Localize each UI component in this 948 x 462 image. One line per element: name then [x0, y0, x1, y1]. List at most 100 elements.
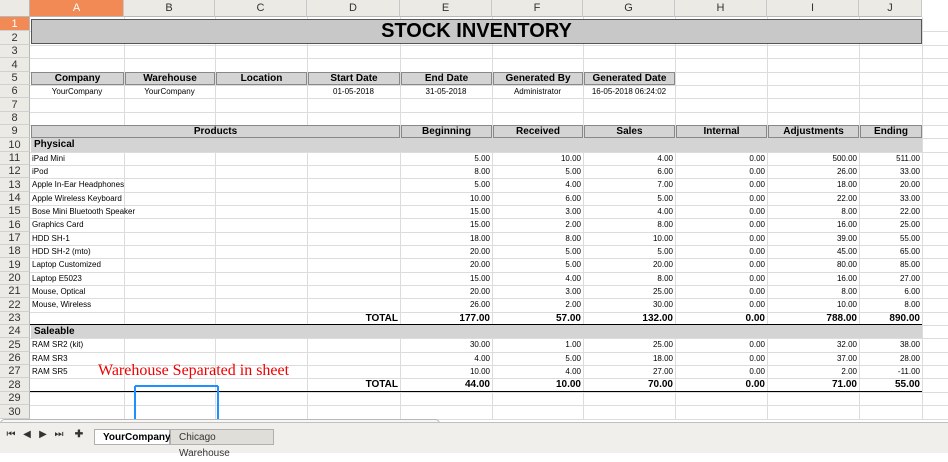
value-sales[interactable]: 8.00 [583, 272, 675, 285]
row-header-9[interactable]: 9 [0, 125, 30, 138]
product-name[interactable]: Apple In-Ear Headphones [30, 178, 400, 192]
first-sheet-icon[interactable]: ⏮ [4, 429, 18, 440]
value-beginning[interactable]: 20.00 [400, 245, 492, 258]
total-received[interactable]: 10.00 [492, 378, 583, 392]
column-header-i[interactable]: I [767, 0, 859, 17]
value-internal[interactable]: 0.00 [675, 352, 767, 365]
value-ending[interactable]: 20.00 [859, 178, 922, 192]
product-name[interactable]: Mouse, Wireless [30, 298, 400, 312]
value-received[interactable]: 1.00 [492, 338, 583, 352]
value-beginning[interactable]: 10.00 [400, 365, 492, 378]
value-sales[interactable]: 4.00 [583, 152, 675, 165]
value-beginning[interactable]: 15.00 [400, 218, 492, 232]
value-beginning[interactable]: 18.00 [400, 232, 492, 245]
value-received[interactable]: 3.00 [492, 285, 583, 298]
sheet-title[interactable]: STOCK INVENTORY [31, 19, 922, 44]
row-header-21[interactable]: 21 [0, 285, 30, 298]
row-header-10[interactable]: 10 [0, 138, 30, 152]
value-sales[interactable]: 10.00 [583, 232, 675, 245]
product-name[interactable]: iPod [30, 165, 400, 178]
product-name[interactable]: Apple Wireless Keyboard [30, 192, 400, 205]
value-internal[interactable]: 0.00 [675, 258, 767, 272]
value-sales[interactable]: 27.00 [583, 365, 675, 378]
value-internal[interactable]: 0.00 [675, 245, 767, 258]
row-header-23[interactable]: 23 [0, 312, 30, 325]
value-internal[interactable]: 0.00 [675, 272, 767, 285]
value-sales[interactable]: 25.00 [583, 285, 675, 298]
value-beginning[interactable]: 4.00 [400, 352, 492, 365]
value-received[interactable]: 2.00 [492, 298, 583, 312]
value-sales[interactable]: 5.00 [583, 192, 675, 205]
row-header-19[interactable]: 19 [0, 258, 30, 272]
value-sales[interactable]: 5.00 [583, 245, 675, 258]
row-header-3[interactable]: 3 [0, 45, 30, 58]
value-ending[interactable]: 27.00 [859, 272, 922, 285]
value-sales[interactable]: 4.00 [583, 205, 675, 218]
value-beginning[interactable]: 15.00 [400, 205, 492, 218]
meta-value-company[interactable]: YourCompany [30, 85, 124, 98]
value-internal[interactable]: 0.00 [675, 218, 767, 232]
value-ending[interactable]: 85.00 [859, 258, 922, 272]
value-beginning[interactable]: 26.00 [400, 298, 492, 312]
value-adjustments[interactable]: 16.00 [767, 218, 859, 232]
spreadsheet-grid[interactable]: A B C D E F G H I J 1 2 3 4 5 6 7 8 9 10 11 12 13 14 15 16 17 18 19 2… [0, 0, 948, 422]
meta-value-location[interactable] [215, 85, 307, 98]
value-sales[interactable]: 7.00 [583, 178, 675, 192]
value-received[interactable]: 6.00 [492, 192, 583, 205]
column-header-d[interactable]: D [307, 0, 400, 17]
column-header-c[interactable]: C [215, 0, 307, 17]
value-adjustments[interactable]: 16.00 [767, 272, 859, 285]
value-adjustments[interactable]: 22.00 [767, 192, 859, 205]
value-internal[interactable]: 0.00 [675, 152, 767, 165]
row-header-20[interactable]: 20 [0, 272, 30, 285]
value-sales[interactable]: 25.00 [583, 338, 675, 352]
column-header-h[interactable]: H [675, 0, 767, 17]
product-name[interactable]: Laptop E5023 [30, 272, 400, 285]
product-name[interactable]: HDD SH-2 (mto) [30, 245, 400, 258]
product-name[interactable]: Laptop Customized [30, 258, 400, 272]
row-header-24[interactable]: 24 [0, 325, 30, 338]
value-internal[interactable]: 0.00 [675, 205, 767, 218]
meta-value-generated-date[interactable]: 16-05-2018 06:24:02 [583, 85, 675, 98]
value-ending[interactable]: 22.00 [859, 205, 922, 218]
total-ending[interactable]: 55.00 [859, 378, 922, 392]
value-ending[interactable]: 8.00 [859, 298, 922, 312]
value-received[interactable]: 3.00 [492, 205, 583, 218]
total-beginning[interactable]: 44.00 [400, 378, 492, 392]
meta-value-warehouse[interactable]: YourCompany [124, 85, 215, 98]
value-received[interactable]: 4.00 [492, 365, 583, 378]
row-header-27[interactable]: 27 [0, 365, 30, 378]
value-sales[interactable]: 30.00 [583, 298, 675, 312]
value-ending[interactable]: 511.00 [859, 152, 922, 165]
row-header-30[interactable]: 30 [0, 405, 30, 419]
value-adjustments[interactable]: 39.00 [767, 232, 859, 245]
row-header-8[interactable]: 8 [0, 112, 30, 125]
total-sales[interactable]: 70.00 [583, 378, 675, 392]
row-header-28[interactable]: 28 [0, 378, 30, 392]
value-internal[interactable]: 0.00 [675, 365, 767, 378]
value-sales[interactable]: 8.00 [583, 218, 675, 232]
value-ending[interactable]: 33.00 [859, 165, 922, 178]
value-sales[interactable]: 20.00 [583, 258, 675, 272]
value-ending[interactable]: 6.00 [859, 285, 922, 298]
value-adjustments[interactable]: 37.00 [767, 352, 859, 365]
value-adjustments[interactable]: 8.00 [767, 205, 859, 218]
value-adjustments[interactable]: 18.00 [767, 178, 859, 192]
value-ending[interactable]: 55.00 [859, 232, 922, 245]
value-adjustments[interactable]: 10.00 [767, 298, 859, 312]
product-name[interactable]: iPad Mini [30, 152, 400, 165]
value-beginning[interactable]: 10.00 [400, 192, 492, 205]
value-received[interactable]: 4.00 [492, 272, 583, 285]
next-sheet-icon[interactable]: ▶ [36, 429, 50, 440]
value-internal[interactable]: 0.00 [675, 285, 767, 298]
product-name[interactable]: Graphics Card [30, 218, 400, 232]
prev-sheet-icon[interactable]: ◀ [20, 429, 34, 440]
row-header-11[interactable]: 11 [0, 152, 30, 165]
column-header-e[interactable]: E [400, 0, 492, 17]
row-header-7[interactable]: 7 [0, 98, 30, 112]
value-internal[interactable]: 0.00 [675, 178, 767, 192]
value-beginning[interactable]: 20.00 [400, 258, 492, 272]
value-ending[interactable]: 33.00 [859, 192, 922, 205]
add-sheet-icon[interactable]: ✚ [72, 429, 86, 440]
row-header-15[interactable]: 15 [0, 205, 30, 218]
